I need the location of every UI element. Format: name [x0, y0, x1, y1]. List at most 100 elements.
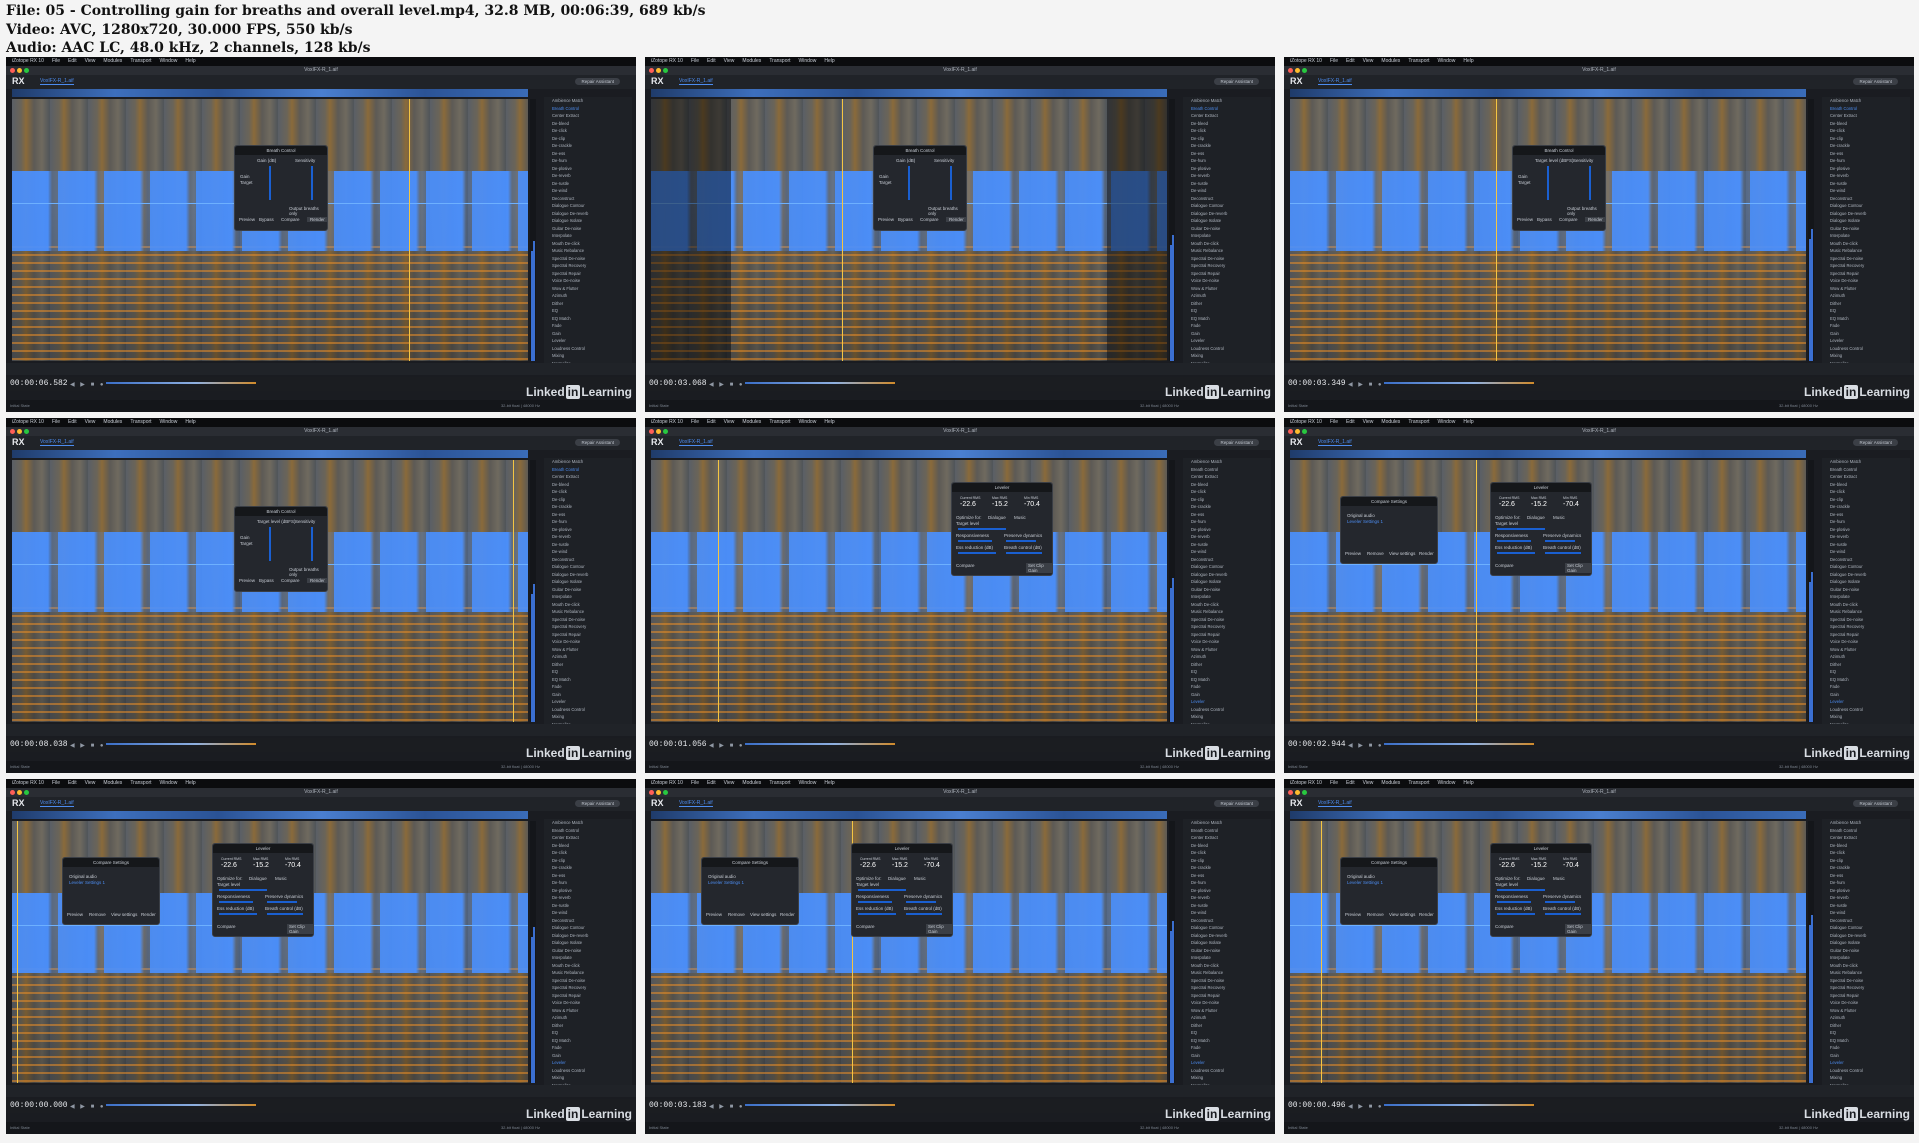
- module-list-item[interactable]: Interpolate: [1822, 232, 1910, 240]
- module-list-item[interactable]: EQ: [1822, 668, 1910, 676]
- target-radio[interactable]: Target: [240, 180, 253, 185]
- spectrogram-view[interactable]: Leveler Current RMS Max RMS Min RMS -22.…: [1290, 460, 1806, 722]
- module-list-item[interactable]: Dialogue De-reverb: [1822, 932, 1910, 940]
- breath-control-checkbox[interactable]: Breath control (dB): [1004, 545, 1042, 550]
- menu-item[interactable]: File: [691, 419, 699, 425]
- menu-item[interactable]: Help: [185, 780, 195, 786]
- module-list-item[interactable]: Spectral De-noise: [1822, 255, 1910, 263]
- module-list-item[interactable]: De-hum: [1822, 157, 1910, 165]
- bypass-button[interactable]: Bypass: [1537, 217, 1552, 222]
- module-list-item[interactable]: Spectral Repair: [1822, 992, 1910, 1000]
- module-list-item[interactable]: EQ Match: [1183, 1037, 1271, 1045]
- module-list-item[interactable]: De-click: [1822, 849, 1910, 857]
- module-list-item[interactable]: EQ Match: [1822, 676, 1910, 684]
- original-audio-row[interactable]: Original audio: [69, 874, 97, 879]
- module-list-item[interactable]: Center Extract: [544, 834, 632, 842]
- module-list-item[interactable]: Dither: [544, 300, 632, 308]
- module-list-item[interactable]: Breath Control: [544, 105, 632, 113]
- menu-item[interactable]: Transport: [769, 419, 790, 425]
- module-list-item[interactable]: De-rustle: [1822, 541, 1910, 549]
- module-list-item[interactable]: De-click: [544, 127, 632, 135]
- music-radio[interactable]: Music: [1553, 876, 1565, 881]
- gain-slider[interactable]: [908, 166, 910, 200]
- module-list-item[interactable]: De-hum: [1183, 879, 1271, 887]
- breath-control-checkbox[interactable]: Breath control (dB): [1543, 906, 1581, 911]
- module-list-item[interactable]: De-reverb: [1822, 533, 1910, 541]
- file-tab[interactable]: VoxIFX-R_1.aif: [679, 78, 713, 85]
- waveform-overview[interactable]: [1290, 811, 1806, 819]
- transport-controls[interactable]: ◀ ▶ ■ ●: [70, 1103, 105, 1110]
- menu-item[interactable]: View: [1363, 58, 1374, 64]
- module-list-item[interactable]: De-bleed: [544, 120, 632, 128]
- module-list-item[interactable]: De-hum: [544, 157, 632, 165]
- waveform-overview[interactable]: [651, 811, 1167, 819]
- module-list-item[interactable]: EQ: [1183, 668, 1271, 676]
- module-list-item[interactable]: De-plosive: [1183, 526, 1271, 534]
- module-list-item[interactable]: Voice De-noise: [544, 277, 632, 285]
- module-list-item[interactable]: Interpolate: [544, 232, 632, 240]
- module-list-item[interactable]: De-plosive: [1822, 526, 1910, 534]
- playhead[interactable]: [1496, 99, 1498, 361]
- module-list-item[interactable]: Dither: [1183, 661, 1271, 669]
- compare-button[interactable]: Compare: [1559, 217, 1578, 222]
- module-list-item[interactable]: Dither: [1822, 300, 1910, 308]
- module-list-item[interactable]: Mouth De-click: [1822, 240, 1910, 248]
- module-list-item[interactable]: Fade: [1822, 1044, 1910, 1052]
- target-level-slider[interactable]: [858, 889, 906, 891]
- spectrogram-view[interactable]: Leveler Current RMS Max RMS Min RMS -22.…: [1290, 821, 1806, 1083]
- module-list-item[interactable]: Guitar De-noise: [1183, 947, 1271, 955]
- module-list-item[interactable]: De-rustle: [544, 180, 632, 188]
- module-list-item[interactable]: De-bleed: [1183, 481, 1271, 489]
- module-list-item[interactable]: Wow & Flutter: [544, 646, 632, 654]
- compare-button[interactable]: Compare: [1495, 563, 1514, 568]
- module-list-item[interactable]: Interpolate: [1183, 593, 1271, 601]
- menu-item[interactable]: Help: [824, 419, 834, 425]
- module-list-item[interactable]: Deconstruct: [1183, 556, 1271, 564]
- menu-item[interactable]: View: [85, 58, 96, 64]
- compare-button[interactable]: Compare: [956, 563, 975, 568]
- module-list-item[interactable]: Leveler: [1822, 1059, 1910, 1067]
- module-list-item[interactable]: De-rustle: [1183, 902, 1271, 910]
- spectrogram-view[interactable]: Leveler Current RMS Max RMS Min RMS -22.…: [12, 821, 528, 1083]
- module-list-item[interactable]: Deconstruct: [544, 556, 632, 564]
- compare-button[interactable]: Compare: [281, 578, 300, 583]
- module-list-item[interactable]: Gain: [1822, 1052, 1910, 1060]
- module-list-item[interactable]: EQ: [544, 668, 632, 676]
- transport-controls[interactable]: ◀ ▶ ■ ●: [70, 381, 105, 388]
- module-list-item[interactable]: De-clip: [1822, 496, 1910, 504]
- module-list-item[interactable]: Deconstruct: [1822, 195, 1910, 203]
- gain-radio[interactable]: Gain: [879, 174, 889, 179]
- module-list-item[interactable]: Gain: [1183, 330, 1271, 338]
- module-list-item[interactable]: Guitar De-noise: [1822, 225, 1910, 233]
- module-list-item[interactable]: Gain: [544, 691, 632, 699]
- repair-assistant-button[interactable]: Repair Assistant: [1214, 800, 1259, 807]
- menu-item[interactable]: File: [52, 419, 60, 425]
- module-list-item[interactable]: Voice De-noise: [544, 638, 632, 646]
- module-list-item[interactable]: EQ Match: [1822, 1037, 1910, 1045]
- file-tab[interactable]: VoxIFX-R_1.aif: [1318, 439, 1352, 446]
- transport-controls[interactable]: ◀ ▶ ■ ●: [1348, 742, 1383, 749]
- render-button[interactable]: Render: [1419, 551, 1434, 556]
- menu-item[interactable]: View: [1363, 780, 1374, 786]
- music-radio[interactable]: Music: [914, 876, 926, 881]
- menu-item[interactable]: View: [85, 780, 96, 786]
- menu-item[interactable]: File: [52, 58, 60, 64]
- module-list-item[interactable]: De-bleed: [1183, 120, 1271, 128]
- module-list-item[interactable]: De-click: [1822, 488, 1910, 496]
- module-list-item[interactable]: De-ess: [544, 511, 632, 519]
- menu-item[interactable]: File: [1330, 780, 1338, 786]
- module-list-item[interactable]: Ambience Match: [1822, 458, 1910, 466]
- menu-item[interactable]: Window: [799, 780, 817, 786]
- module-list-item[interactable]: De-clip: [1822, 857, 1910, 865]
- module-list-item[interactable]: De-ess: [1183, 872, 1271, 880]
- module-list-item[interactable]: Dialogue De-reverb: [1822, 210, 1910, 218]
- menu-item[interactable]: Modules: [1381, 780, 1400, 786]
- module-list-item[interactable]: De-wind: [544, 909, 632, 917]
- module-list-item[interactable]: Center Extract: [1183, 834, 1271, 842]
- gain-radio[interactable]: Gain: [1518, 174, 1528, 179]
- module-list-item[interactable]: Center Extract: [1822, 473, 1910, 481]
- module-list-item[interactable]: Gain: [1183, 691, 1271, 699]
- transport-controls[interactable]: ◀ ▶ ■ ●: [1348, 381, 1383, 388]
- module-list-item[interactable]: De-reverb: [1822, 894, 1910, 902]
- dynamics-slider[interactable]: [1545, 540, 1575, 542]
